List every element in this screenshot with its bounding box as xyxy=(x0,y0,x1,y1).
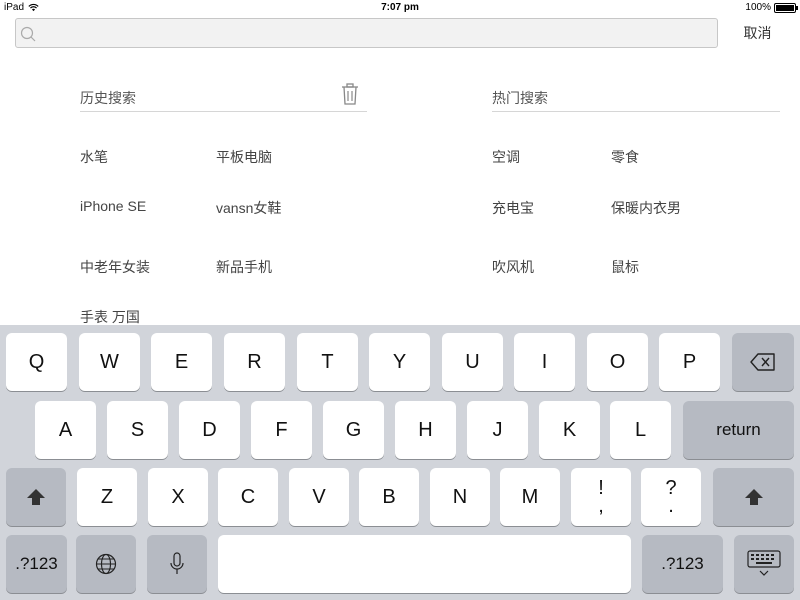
return-key[interactable]: return xyxy=(683,401,794,459)
search-row: 取消 xyxy=(0,16,800,50)
status-time: 7:07 pm xyxy=(381,2,419,13)
globe-key[interactable] xyxy=(76,535,136,593)
status-bar: iPad 7:07 pm 100% xyxy=(0,0,800,16)
key-q[interactable]: Q xyxy=(6,333,67,391)
key-a[interactable]: A xyxy=(35,401,96,459)
key-k[interactable]: K xyxy=(539,401,600,459)
backspace-key[interactable] xyxy=(732,333,794,391)
history-item[interactable]: 中老年女装 xyxy=(80,257,150,277)
key-p[interactable]: P xyxy=(659,333,720,391)
key-s[interactable]: S xyxy=(107,401,168,459)
key-d[interactable]: D xyxy=(179,401,240,459)
shift-key-right[interactable] xyxy=(713,468,794,526)
key-m[interactable]: M xyxy=(500,468,560,526)
space-key[interactable] xyxy=(218,535,631,593)
key-n[interactable]: N xyxy=(430,468,490,526)
numbers-key-right[interactable]: .?123 xyxy=(642,535,723,593)
hot-item[interactable]: 零食 xyxy=(611,147,639,167)
hide-keyboard-key[interactable] xyxy=(734,535,794,593)
key-question-period[interactable]: ? . xyxy=(641,468,701,526)
trash-icon[interactable] xyxy=(338,82,362,106)
key-w[interactable]: W xyxy=(79,333,140,391)
hot-header: 热门搜索 xyxy=(492,82,780,112)
key-l[interactable]: L xyxy=(610,401,671,459)
key-r[interactable]: R xyxy=(224,333,285,391)
search-box[interactable] xyxy=(15,18,718,48)
globe-icon xyxy=(95,553,117,575)
search-icon xyxy=(20,26,36,42)
key-g[interactable]: G xyxy=(323,401,384,459)
shift-key-left[interactable] xyxy=(6,468,66,526)
key-y[interactable]: Y xyxy=(369,333,430,391)
backspace-icon xyxy=(750,353,775,371)
status-right: 100% xyxy=(745,2,798,13)
dictation-key[interactable] xyxy=(147,535,207,593)
key-e[interactable]: E xyxy=(151,333,212,391)
key-x[interactable]: X xyxy=(148,468,208,526)
history-item[interactable]: vansn女鞋 xyxy=(216,198,281,218)
cancel-button[interactable]: 取消 xyxy=(730,23,785,43)
key-t[interactable]: T xyxy=(297,333,358,391)
shift-icon xyxy=(744,489,763,505)
key-o[interactable]: O xyxy=(587,333,648,391)
numbers-key-left[interactable]: .?123 xyxy=(6,535,67,593)
history-title: 历史搜索 xyxy=(80,90,136,106)
key-v[interactable]: V xyxy=(289,468,349,526)
hot-item[interactable]: 鼠标 xyxy=(611,257,639,277)
history-item[interactable]: 手表 万国 xyxy=(80,307,140,327)
hot-item[interactable]: 保暖内衣男 xyxy=(611,198,681,218)
key-period-label: . xyxy=(668,495,674,517)
history-item[interactable]: iPhone SE xyxy=(80,198,146,214)
keyboard: Q W E R T Y U I O P A S D F G H J K L re… xyxy=(0,325,800,600)
shift-icon xyxy=(27,489,45,505)
key-comma-label: , xyxy=(598,495,604,517)
key-i[interactable]: I xyxy=(514,333,575,391)
history-item[interactable]: 平板电脑 xyxy=(216,147,272,167)
key-j[interactable]: J xyxy=(467,401,528,459)
key-b[interactable]: B xyxy=(359,468,419,526)
history-item[interactable]: 新品手机 xyxy=(216,257,272,277)
key-f[interactable]: F xyxy=(251,401,312,459)
battery-percent: 100% xyxy=(745,2,771,13)
key-h[interactable]: H xyxy=(395,401,456,459)
history-item[interactable]: 水笔 xyxy=(80,147,108,167)
hot-title: 热门搜索 xyxy=(492,90,548,106)
key-exclaim-comma[interactable]: ! , xyxy=(571,468,631,526)
key-z[interactable]: Z xyxy=(77,468,137,526)
hot-item[interactable]: 吹风机 xyxy=(492,257,534,277)
hot-item[interactable]: 空调 xyxy=(492,147,520,167)
battery-icon xyxy=(774,2,798,13)
key-u[interactable]: U xyxy=(442,333,503,391)
history-header: 历史搜索 xyxy=(80,82,367,112)
keyboard-hide-icon xyxy=(747,550,781,576)
search-input[interactable] xyxy=(40,19,710,47)
hot-item[interactable]: 充电宝 xyxy=(492,198,534,218)
microphone-icon xyxy=(170,552,184,574)
key-c[interactable]: C xyxy=(218,468,278,526)
